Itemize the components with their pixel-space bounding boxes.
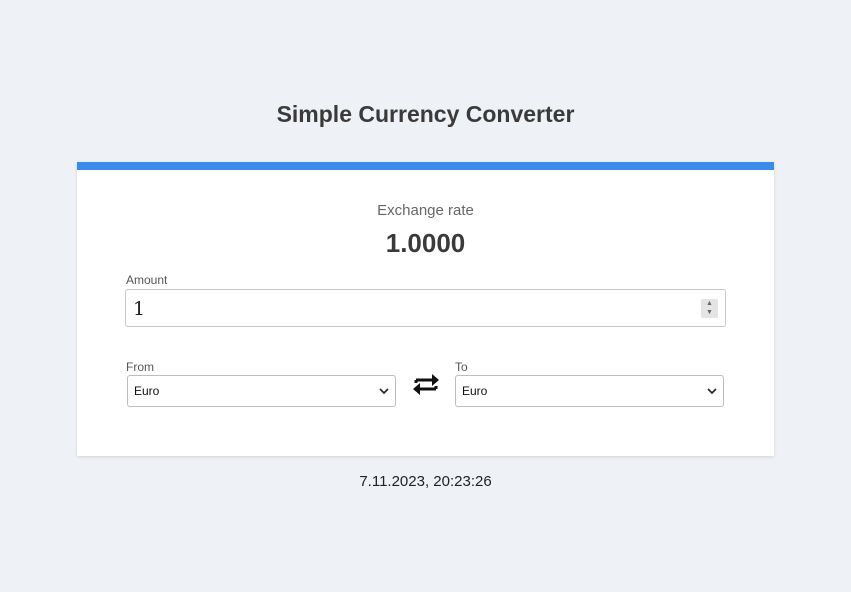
timestamp: 7.11.2023, 20:23:26 bbox=[359, 473, 492, 490]
converter-card: Exchange rate 1.0000 Amount ▲ ▼ From Eur… bbox=[77, 162, 774, 456]
to-currency-value: Euro bbox=[462, 384, 488, 398]
to-label: To bbox=[455, 360, 468, 374]
chevron-down-icon[interactable]: ▼ bbox=[701, 309, 718, 317]
from-currency-value: Euro bbox=[134, 384, 160, 398]
exchange-rate-value: 1.0000 bbox=[385, 228, 466, 258]
page-title: Simple Currency Converter bbox=[276, 101, 575, 127]
to-currency-select[interactable]: Euro bbox=[455, 375, 724, 407]
amount-field[interactable]: ▲ ▼ bbox=[125, 289, 726, 327]
chevron-up-icon[interactable]: ▲ bbox=[701, 300, 718, 308]
amount-label: Amount bbox=[126, 273, 168, 287]
from-currency-select[interactable]: Euro bbox=[127, 375, 396, 407]
from-label: From bbox=[126, 360, 154, 374]
chevron-down-icon bbox=[379, 388, 389, 395]
amount-stepper[interactable]: ▲ ▼ bbox=[701, 299, 718, 318]
chevron-down-icon bbox=[707, 388, 717, 395]
amount-input[interactable] bbox=[133, 296, 673, 322]
swap-arrows-icon[interactable] bbox=[412, 370, 440, 398]
exchange-rate-label: Exchange rate bbox=[377, 202, 474, 219]
